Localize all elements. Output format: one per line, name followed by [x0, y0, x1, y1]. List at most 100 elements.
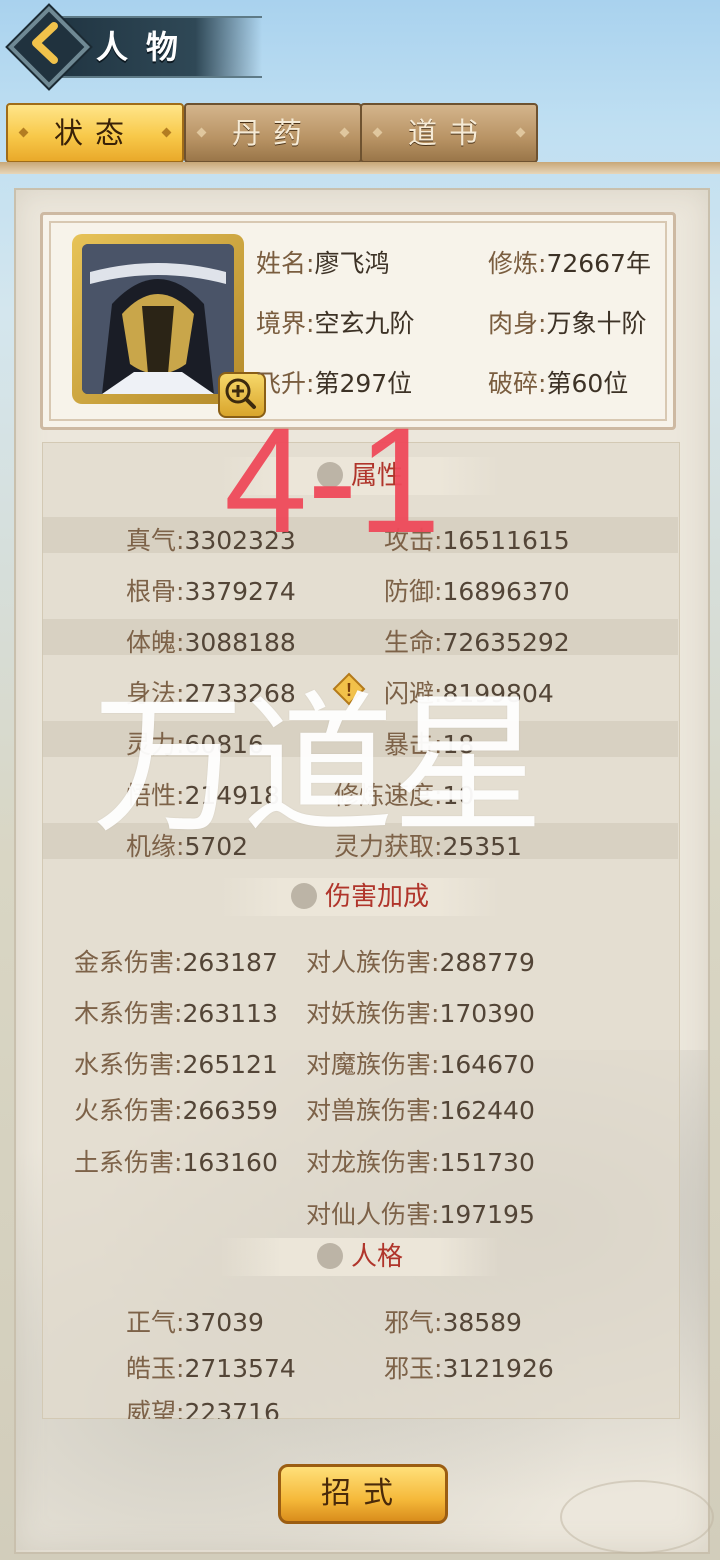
tab-ornament: [196, 127, 207, 138]
tab-label: 状态: [53, 116, 136, 150]
profile-name: 姓名:廖飞鸿: [256, 244, 389, 280]
label: 金系伤害:: [74, 948, 183, 977]
title-bar: 人物: [0, 0, 270, 90]
stat-left: 根骨:3379274: [126, 572, 296, 608]
label: 对龙族伤害:: [306, 1148, 440, 1177]
personality-left: 皓玉:2713574: [126, 1349, 296, 1385]
value: 266359: [182, 1096, 278, 1125]
personality-right: 邪玉:3121926: [384, 1349, 554, 1385]
avatar-portrait: [82, 244, 234, 394]
value: 72635292: [442, 628, 570, 657]
label: 邪气:: [384, 1308, 443, 1337]
personality-left: 威望:223716: [126, 1393, 280, 1419]
label: 火系伤害:: [74, 1096, 183, 1125]
value: 16511615: [442, 526, 570, 555]
value: 37039: [184, 1308, 264, 1337]
page-title: 人物: [96, 28, 197, 66]
label: 根骨:: [126, 577, 185, 606]
value: 170390: [439, 999, 535, 1028]
value: 3379274: [184, 577, 296, 606]
label: 对魔族伤害:: [306, 1050, 440, 1079]
label: 防御:: [384, 577, 443, 606]
label: 威望:: [126, 1398, 185, 1419]
value: 263187: [182, 948, 278, 977]
label: 体魄:: [126, 628, 185, 657]
tab-status[interactable]: 状态: [6, 103, 184, 163]
damage-header: 伤害加成: [220, 878, 500, 916]
damage-left: 火系伤害:266359: [74, 1091, 278, 1127]
damage-right: 对兽族伤害:162440: [306, 1091, 535, 1127]
skills-button[interactable]: 招式: [278, 1464, 448, 1524]
stat-right: 生命:72635292: [384, 623, 570, 659]
damage-left: 水系伤害:265121: [74, 1045, 278, 1081]
label: 姓名:: [256, 249, 315, 278]
label: 邪玉:: [384, 1354, 443, 1383]
tab-bar: 状态 丹药 道书: [6, 103, 538, 163]
value: 151730: [439, 1148, 535, 1177]
label: 皓玉:: [126, 1354, 185, 1383]
personality-right: 邪气:38589: [384, 1303, 522, 1339]
label: 土系伤害:: [74, 1148, 183, 1177]
back-button[interactable]: [7, 5, 91, 89]
value: 72667年: [546, 249, 651, 278]
watermark-red: 4-1: [224, 396, 441, 564]
damage-right: 对人族伤害:288779: [306, 943, 535, 979]
cloud-ornament: [560, 1480, 714, 1554]
value: 空玄九阶: [314, 309, 415, 338]
watermark-white: 万道星: [92, 677, 544, 854]
value: 第60位: [546, 369, 629, 398]
scroll-icon: [316, 1243, 343, 1269]
value: 263113: [182, 999, 278, 1028]
value: 3088188: [184, 628, 296, 657]
damage-left: 木系伤害:263113: [74, 994, 278, 1030]
tab-ornament: [18, 127, 29, 138]
tab-ornament: [339, 127, 350, 138]
value: 廖飞鸿: [314, 249, 390, 278]
profile-realm: 境界:空玄九阶: [256, 304, 414, 340]
label: 生命:: [384, 628, 443, 657]
tab-daobook[interactable]: 道书: [360, 103, 538, 163]
value: 16896370: [442, 577, 570, 606]
label: 肉身:: [488, 309, 547, 338]
section-title: 伤害加成: [324, 882, 429, 912]
personality-left: 正气:37039: [126, 1303, 264, 1339]
value: 163160: [182, 1148, 278, 1177]
label: 木系伤害:: [74, 999, 183, 1028]
value: 万象十阶: [546, 309, 647, 338]
profile-body: 肉身:万象十阶: [488, 304, 646, 340]
tab-ornament: [161, 127, 172, 138]
crossed-swords-icon: [290, 883, 317, 909]
label: 破碎:: [488, 369, 547, 398]
tab-ornament: [515, 127, 526, 138]
chevron-left-icon: [32, 22, 58, 64]
label: 对妖族伤害:: [306, 999, 440, 1028]
label: 对兽族伤害:: [306, 1096, 440, 1125]
section-title: 人格: [350, 1242, 403, 1272]
value: 3121926: [442, 1354, 554, 1383]
profile-cultivate: 修炼:72667年: [488, 244, 651, 280]
damage-right: 对龙族伤害:151730: [306, 1143, 535, 1179]
label: 修炼:: [488, 249, 547, 278]
value: 第297位: [314, 369, 413, 398]
value: 164670: [439, 1050, 535, 1079]
damage-left: 土系伤害:163160: [74, 1143, 278, 1179]
tab-elixir[interactable]: 丹药: [184, 103, 362, 163]
masked-character-portrait: [82, 244, 234, 394]
value: 38589: [442, 1308, 522, 1337]
personality-header: 人格: [220, 1238, 500, 1276]
profile-ascend: 飞升:第297位: [256, 364, 412, 400]
value: 265121: [182, 1050, 278, 1079]
stat-right: 防御:16896370: [384, 572, 570, 608]
tab-ornament: [372, 127, 383, 138]
value: 223716: [184, 1398, 280, 1419]
damage-right: 对妖族伤害:170390: [306, 994, 535, 1030]
label: 对人族伤害:: [306, 948, 440, 977]
profile-shatter: 破碎:第60位: [488, 364, 628, 400]
label: 正气:: [126, 1308, 185, 1337]
tab-label: 道书: [407, 116, 490, 150]
tabs-divider: [0, 162, 720, 174]
value: 2713574: [184, 1354, 296, 1383]
label: 真气:: [126, 526, 185, 555]
label: 对仙人伤害:: [306, 1200, 440, 1229]
damage-right: 对魔族伤害:164670: [306, 1045, 535, 1081]
